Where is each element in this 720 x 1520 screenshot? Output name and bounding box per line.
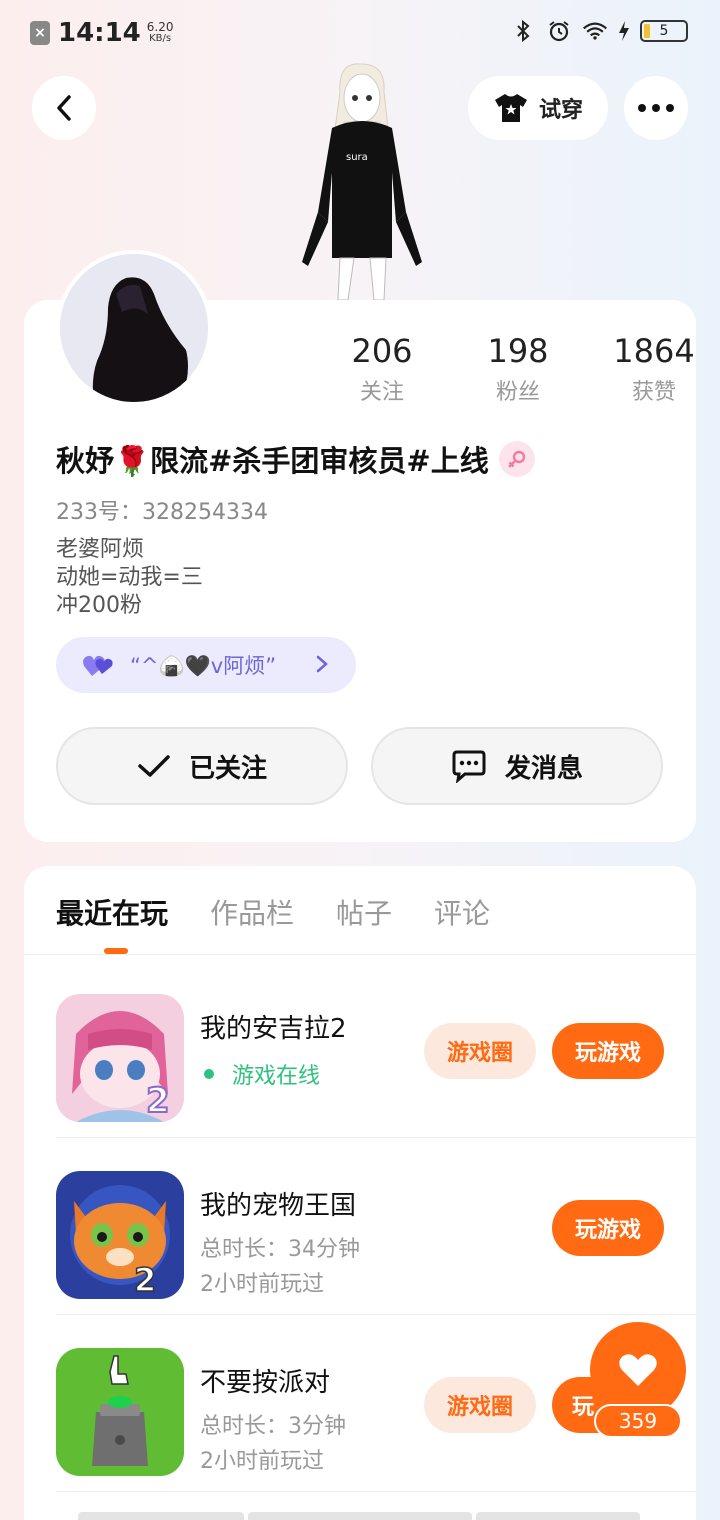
play-game-button[interactable]: 玩游戏 — [552, 1023, 664, 1079]
stats-row: 206 关注 198 粉丝 1864 获赞 — [314, 332, 720, 406]
game-row[interactable]: 2 我的安吉拉2 游戏在线 游戏圈 玩游戏 — [24, 962, 696, 1138]
profile-avatar[interactable] — [56, 250, 212, 406]
bio-line: 冲200粉 — [56, 593, 142, 618]
chat-bubble-icon — [452, 750, 486, 783]
game-icon-angela: 2 — [56, 994, 184, 1122]
back-button[interactable] — [32, 76, 96, 140]
back-arrow-icon — [57, 95, 71, 121]
status-bar: × 14:14 6.20 KB/s 5 — [0, 0, 720, 64]
stat-value: 198 — [487, 332, 549, 370]
cp-relationship-pill[interactable]: “^🍙🖤v阿烦” — [56, 637, 356, 693]
network-speed: 6.20 KB/s — [147, 21, 174, 45]
profile-tabs: 最近在玩 作品栏 帖子 评论 — [56, 892, 490, 932]
game-total-duration: 总时长：3分钟 — [200, 1414, 346, 1439]
divider — [56, 1137, 696, 1138]
send-message-label: 发消息 — [504, 753, 583, 784]
battery-icon: 5 — [640, 20, 688, 42]
game-last-played: 2小时前玩过 — [200, 1272, 324, 1297]
alarm-icon — [546, 18, 572, 44]
stat-label: 关注 — [359, 380, 404, 405]
heart-icon — [619, 1354, 657, 1386]
tab-works[interactable]: 作品栏 — [210, 892, 294, 932]
partial-content-item — [476, 1512, 640, 1520]
game-name: 我的宠物王国 — [200, 1191, 357, 1221]
speed-value: 6.20 — [146, 20, 174, 34]
bio-line: 老婆阿烦 — [56, 537, 145, 562]
divider — [56, 1314, 696, 1315]
game-online-status: 游戏在线 — [200, 1058, 320, 1090]
charging-icon — [618, 18, 630, 44]
game-total-duration: 总时长：34分钟 — [200, 1237, 360, 1262]
chevron-right-icon — [316, 651, 328, 679]
online-dot-icon — [204, 1069, 214, 1079]
stat-label: 获赞 — [631, 380, 676, 405]
followers-stat[interactable]: 198 粉丝 — [450, 332, 586, 406]
divider — [56, 1491, 696, 1492]
game-name: 不要按派对 — [200, 1368, 331, 1398]
partial-content-item — [78, 1512, 244, 1520]
wifi-icon — [582, 18, 608, 44]
double-heart-icon — [83, 655, 113, 676]
svg-text:2: 2 — [134, 1261, 156, 1299]
online-label: 游戏在线 — [232, 1064, 321, 1089]
speed-unit: KB/s — [149, 33, 172, 44]
bio-line: 动她=动我=三 — [56, 565, 203, 590]
bluetooth-icon — [510, 18, 536, 44]
female-gender-icon — [498, 441, 535, 477]
likes-stat[interactable]: 1864 获赞 — [586, 332, 720, 406]
user-id: 233号：328254334 — [56, 500, 268, 525]
stat-value: 206 — [351, 332, 413, 370]
notification-icon: × — [30, 21, 50, 45]
svg-text:sura: sura — [346, 152, 368, 163]
svg-text:2: 2 — [146, 1081, 170, 1121]
game-row[interactable]: 2 我的宠物王国 总时长：34分钟 2小时前玩过 玩游戏 — [24, 1139, 696, 1315]
tab-posts[interactable]: 帖子 — [336, 892, 392, 932]
nickname-row: 秋妤🌹限流#杀手团审核员#上线 — [56, 438, 535, 480]
divider — [24, 954, 696, 955]
stat-label: 粉丝 — [495, 380, 540, 405]
tab-recently-played[interactable]: 最近在玩 — [56, 892, 168, 932]
game-row[interactable]: 不要按派对 总时长：3分钟 2小时前玩过 游戏圈 玩 — [24, 1316, 696, 1492]
following-stat[interactable]: 206 关注 — [314, 332, 450, 406]
try-on-button[interactable]: 试穿 — [468, 76, 608, 140]
game-name: 我的安吉拉2 — [200, 1014, 347, 1044]
more-dots-icon — [638, 104, 674, 112]
partial-content-item — [248, 1512, 472, 1520]
followed-button[interactable]: 已关注 — [56, 727, 348, 805]
tshirt-icon — [494, 94, 527, 122]
try-on-label: 试穿 — [538, 98, 583, 123]
tab-comments[interactable]: 评论 — [434, 892, 490, 932]
cp-name: “^🍙🖤v阿烦” — [130, 654, 277, 678]
play-game-button[interactable]: 玩游戏 — [552, 1200, 664, 1256]
send-message-button[interactable]: 发消息 — [371, 727, 663, 805]
stat-value: 1864 — [613, 332, 695, 370]
checkmark-icon — [138, 755, 170, 777]
nickname: 秋妤🌹限流#杀手团审核员#上线 — [56, 444, 489, 478]
game-last-played: 2小时前玩过 — [200, 1449, 324, 1474]
bio: 老婆阿烦 动她=动我=三 冲200粉 — [56, 536, 203, 620]
like-count: 359 — [594, 1404, 682, 1438]
avatar-character-figure: sura — [288, 62, 434, 302]
game-circle-button[interactable]: 游戏圈 — [424, 1023, 536, 1079]
more-button[interactable] — [624, 76, 688, 140]
status-time: 14:14 — [58, 18, 141, 48]
game-circle-button[interactable]: 游戏圈 — [424, 1377, 536, 1433]
game-icon-dont-press-party — [56, 1348, 184, 1476]
followed-label: 已关注 — [188, 753, 267, 784]
game-icon-pet-kingdom: 2 — [56, 1171, 184, 1299]
